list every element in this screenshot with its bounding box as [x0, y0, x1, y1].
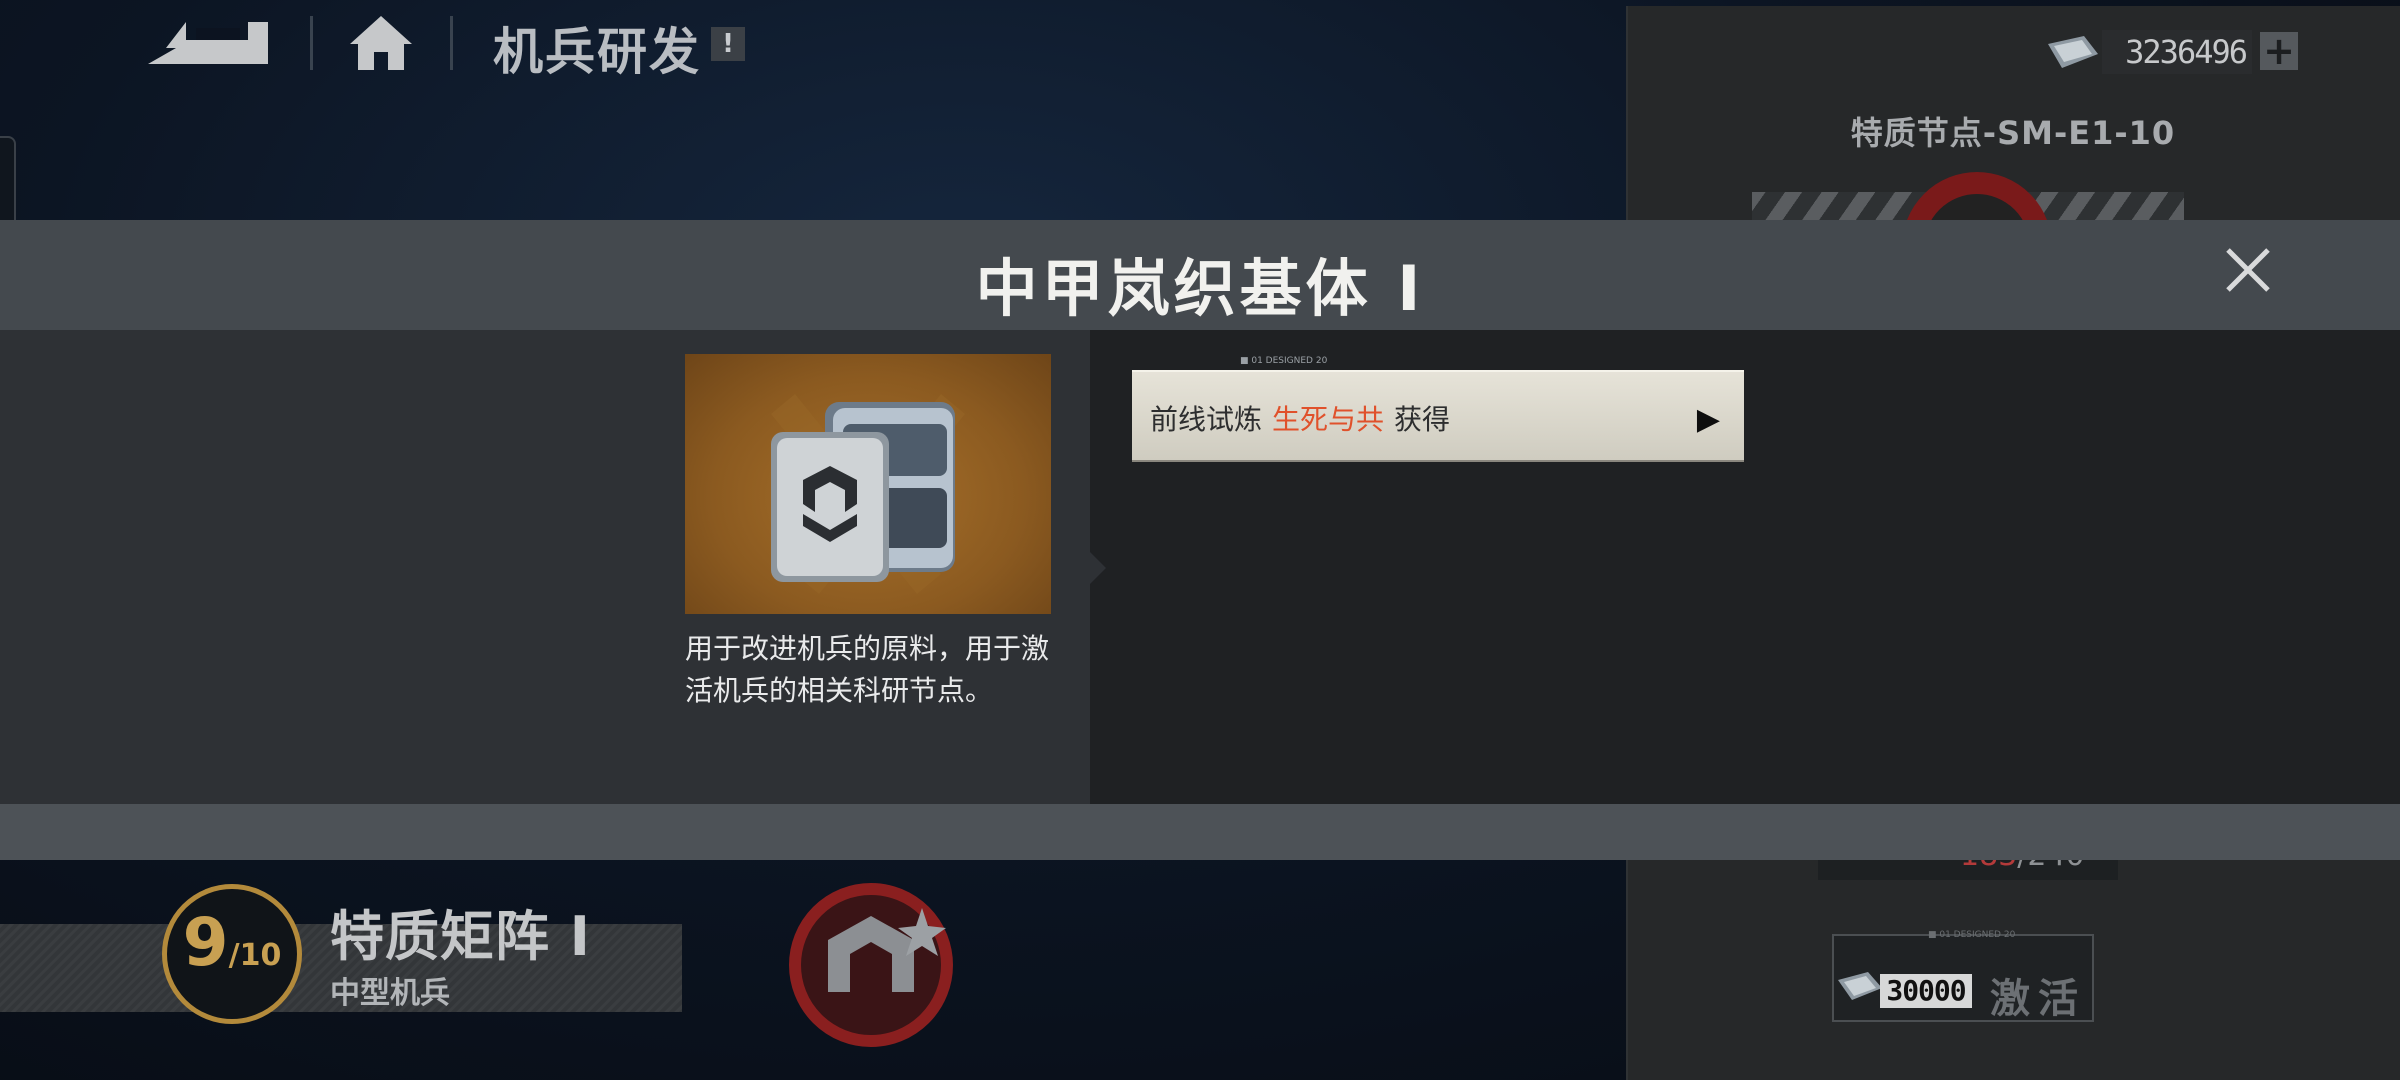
- modal-title: 中甲岚织基体 I: [975, 252, 1425, 325]
- level-current: 9: [182, 904, 229, 981]
- home-button[interactable]: [348, 14, 414, 72]
- source-tag: ■ 01 DESIGNED 20: [1240, 356, 1328, 366]
- divider: [310, 16, 313, 70]
- matrix-name: 特质矩阵 I: [330, 905, 591, 968]
- source-row[interactable]: 前线试炼 生死与共 获得 ▶: [1132, 370, 1744, 460]
- source-stage-link[interactable]: 生死与共: [1272, 403, 1384, 436]
- level-value: 9/10: [162, 904, 302, 981]
- back-button[interactable]: [148, 18, 274, 68]
- activate-tag: ■ 01 DESIGNED 20: [1928, 930, 2016, 940]
- source-suffix: 获得: [1394, 403, 1451, 436]
- back-arrow-icon: [148, 22, 268, 64]
- mech-emblem-icon[interactable]: [782, 880, 960, 1050]
- home-icon: [350, 16, 412, 70]
- divider: [450, 16, 453, 70]
- activate-cost: 30000: [1880, 974, 1972, 1008]
- level-max: /10: [228, 938, 282, 973]
- source-text: 前线试炼 生死与共 获得: [1150, 398, 1450, 438]
- close-icon: [2226, 248, 2270, 292]
- activate-label: 激活: [1990, 976, 2086, 1022]
- material-plate-icon: [1838, 972, 1882, 1000]
- play-arrow-icon[interactable]: ▶: [1697, 402, 1720, 437]
- node-title: 特质节点-SM-E1-10: [1850, 114, 2176, 152]
- source-prefix: 前线试炼: [1150, 403, 1263, 436]
- add-credits-button[interactable]: +: [2260, 32, 2298, 70]
- material-plate-icon: [2048, 36, 2098, 68]
- item-image: [685, 354, 1051, 614]
- page-title: 机兵研发: [493, 23, 701, 81]
- modal-footer: [0, 804, 2400, 860]
- screen-root: 机兵研发 ! 3236496 + 特质节点-SM-E1-10 183/240 ■…: [0, 0, 2400, 1080]
- metal-ingot-icon: [771, 394, 965, 594]
- matrix-type: 中型机兵: [330, 976, 450, 1011]
- item-description: 用于改进机兵的原料，用于激活机兵的相关科研节点。: [685, 632, 1050, 707]
- close-button[interactable]: [2222, 244, 2274, 296]
- credits-value: 3236496: [2102, 30, 2252, 74]
- info-badge[interactable]: !: [711, 27, 745, 61]
- panel-pointer: [1090, 552, 1106, 584]
